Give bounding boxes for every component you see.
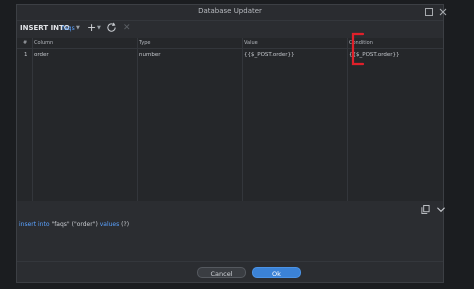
maximize-button[interactable] [423,6,435,18]
sql-columns: ("order") [71,221,98,228]
database-updater-dialog: Database Updater INSERT INTO faqs ▼ + ▼ … [16,4,447,284]
sql-params: (?) [121,221,130,228]
header-type[interactable]: Type [139,40,150,46]
title-bar: Database Updater [17,5,447,21]
ok-button[interactable]: Ok [252,267,301,278]
row-index: 1 [24,52,28,58]
header-index: # [23,40,28,46]
sql-keyword: insert into [19,221,50,228]
row-column[interactable]: order [34,52,49,58]
toolbar: INSERT INTO faqs ▼ + ▼ ✕ [17,20,443,38]
row-value[interactable]: {{$_POST.order}} [244,52,295,58]
grid-header-row [17,38,443,49]
grid-actions [17,201,446,219]
close-icon [439,8,447,16]
add-column-icon[interactable]: + [87,21,96,34]
table-selector[interactable]: faqs [62,25,75,32]
sql-table: "faqs" [51,221,70,228]
chevron-down-icon[interactable]: ▼ [76,25,80,31]
maximize-icon [425,8,433,16]
copy-icon[interactable] [421,205,430,214]
cancel-button[interactable]: Cancel [197,267,246,278]
chevron-down-icon[interactable] [436,205,446,214]
header-column[interactable]: Column [34,40,53,46]
chevron-down-icon[interactable]: ▼ [97,25,101,31]
close-button[interactable] [437,6,449,18]
columns-grid: # Column Type Value Condition 1 order nu… [17,38,443,201]
dialog-footer: Cancel Ok [17,261,443,284]
sql-preview: insert into "faqs" ("order") values (?) [19,221,129,228]
sql-keyword: values [99,221,120,228]
window-title: Database Updater [198,7,262,15]
annotation-bracket [351,32,365,66]
refresh-icon[interactable] [106,22,117,33]
remove-column-icon[interactable]: ✕ [123,22,131,34]
row-type[interactable]: number [139,52,160,58]
header-value[interactable]: Value [244,40,258,46]
